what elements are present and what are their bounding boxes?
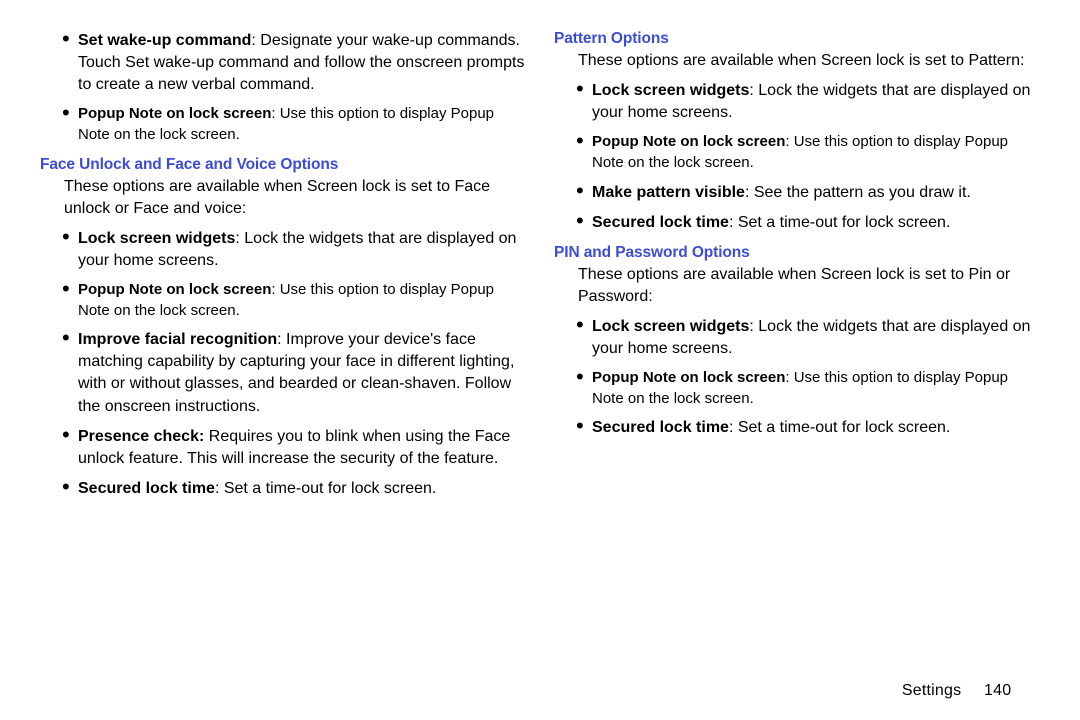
- right-column: Pattern Options These options are availa…: [554, 30, 1040, 508]
- bullet-text: : Set a time-out for lock screen.: [215, 480, 436, 497]
- top-bullet-list: Set wake-up command: Designate your wake…: [40, 30, 526, 96]
- face-bullet-list-small: Popup Note on lock screen: Use this opti…: [40, 280, 526, 321]
- page: Set wake-up command: Designate your wake…: [0, 0, 1080, 720]
- pattern-bullet-list-2: Make pattern visible: See the pattern as…: [554, 182, 1040, 234]
- bullet-bold: Improve facial recognition: [78, 331, 277, 348]
- section-intro: These options are available when Screen …: [64, 176, 526, 220]
- bullet-bold: Secured lock time: [592, 214, 729, 231]
- bullet-bold: Popup Note on lock screen: [78, 281, 271, 298]
- bullet-bold: Presence check:: [78, 428, 204, 445]
- list-item: Set wake-up command: Designate your wake…: [66, 30, 526, 96]
- bullet-bold: Popup Note on lock screen: [78, 105, 271, 122]
- list-item: Popup Note on lock screen: Use this opti…: [66, 280, 526, 321]
- pin-bullet-list-2: Secured lock time: Set a time-out for lo…: [554, 417, 1040, 439]
- pin-bullet-list-small: Popup Note on lock screen: Use this opti…: [554, 368, 1040, 409]
- section-intro: These options are available when Screen …: [578, 50, 1040, 72]
- section-intro: These options are available when Screen …: [578, 264, 1040, 308]
- list-item: Popup Note on lock screen: Use this opti…: [580, 368, 1040, 409]
- bullet-bold: Popup Note on lock screen: [592, 133, 785, 150]
- list-item: Popup Note on lock screen: Use this opti…: [66, 104, 526, 145]
- list-item: Secured lock time: Set a time-out for lo…: [580, 212, 1040, 234]
- bullet-bold: Lock screen widgets: [78, 230, 235, 247]
- face-bullet-list: Lock screen widgets: Lock the widgets th…: [40, 228, 526, 272]
- list-item: Popup Note on lock screen: Use this opti…: [580, 132, 1040, 173]
- page-footer: Settings 140: [40, 682, 1040, 700]
- list-item: Secured lock time: Set a time-out for lo…: [580, 417, 1040, 439]
- pin-bullet-list: Lock screen widgets: Lock the widgets th…: [554, 316, 1040, 360]
- bullet-bold: Lock screen widgets: [592, 318, 749, 335]
- pattern-bullet-list-small: Popup Note on lock screen: Use this opti…: [554, 132, 1040, 173]
- footer-label: Settings: [902, 682, 961, 699]
- bullet-bold: Lock screen widgets: [592, 82, 749, 99]
- bullet-bold: Set wake-up command: [78, 32, 251, 49]
- pattern-bullet-list: Lock screen widgets: Lock the widgets th…: [554, 80, 1040, 124]
- list-item: Make pattern visible: See the pattern as…: [580, 182, 1040, 204]
- bullet-text: : See the pattern as you draw it.: [745, 184, 971, 201]
- list-item: Lock screen widgets: Lock the widgets th…: [580, 80, 1040, 124]
- bullet-bold: Popup Note on lock screen: [592, 369, 785, 386]
- two-column-layout: Set wake-up command: Designate your wake…: [40, 30, 1040, 508]
- left-column: Set wake-up command: Designate your wake…: [40, 30, 526, 508]
- section-heading-pattern: Pattern Options: [554, 30, 1040, 48]
- list-item: Lock screen widgets: Lock the widgets th…: [580, 316, 1040, 360]
- list-item: Presence check: Requires you to blink wh…: [66, 426, 526, 470]
- section-heading-face-unlock: Face Unlock and Face and Voice Options: [40, 156, 526, 174]
- page-number: 140: [984, 682, 1032, 700]
- face-bullet-list-2: Improve facial recognition: Improve your…: [40, 329, 526, 500]
- list-item: Lock screen widgets: Lock the widgets th…: [66, 228, 526, 272]
- list-item: Improve facial recognition: Improve your…: [66, 329, 526, 417]
- bullet-bold: Secured lock time: [78, 480, 215, 497]
- section-heading-pin: PIN and Password Options: [554, 244, 1040, 262]
- bullet-bold: Secured lock time: [592, 419, 729, 436]
- list-item: Secured lock time: Set a time-out for lo…: [66, 478, 526, 500]
- bullet-text: : Set a time-out for lock screen.: [729, 419, 950, 436]
- bullet-bold: Make pattern visible: [592, 184, 745, 201]
- top-bullet-list-small: Popup Note on lock screen: Use this opti…: [40, 104, 526, 145]
- bullet-text: : Set a time-out for lock screen.: [729, 214, 950, 231]
